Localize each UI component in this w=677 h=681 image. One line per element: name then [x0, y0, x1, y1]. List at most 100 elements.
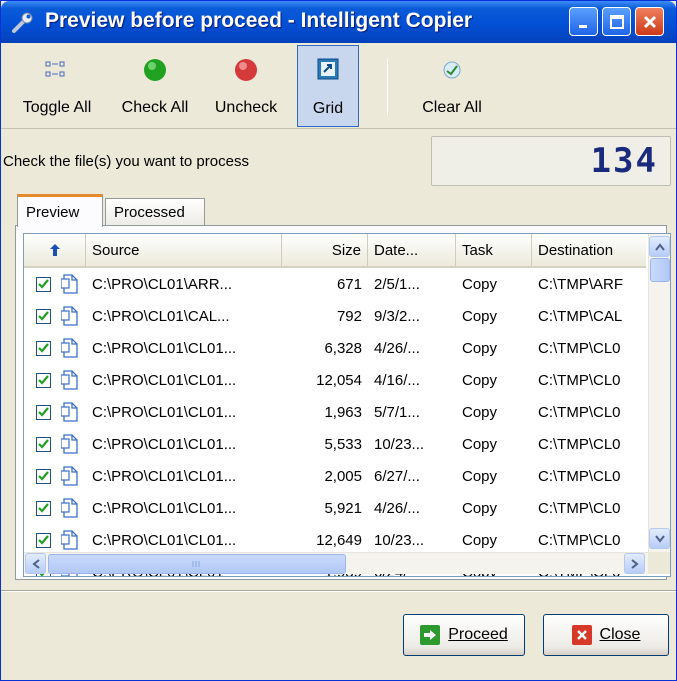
cell-source: C:\PRO\CL01\CL01...	[92, 467, 237, 485]
row-checkbox[interactable]	[36, 340, 51, 356]
table-row[interactable]: C:\PRO\CL01\CAL... 792 9/3/2... Copy C:\TMP\…	[24, 300, 646, 332]
cell-source: C:\PRO\CL01\CAL...	[92, 307, 230, 325]
cell-size: 12,054	[316, 371, 362, 389]
toolbar-separator	[387, 59, 388, 115]
file-icon	[61, 498, 78, 518]
cell-size: 1,963	[324, 403, 362, 421]
grip-icon	[192, 561, 200, 567]
checkmark-icon	[38, 279, 49, 289]
row-checkbox[interactable]	[36, 276, 51, 292]
wrench-app-icon	[12, 12, 33, 33]
proceed-button[interactable]: Proceed	[403, 614, 525, 656]
toggle-all-button[interactable]: Toggle All	[9, 53, 105, 123]
row-checkbox[interactable]	[36, 404, 51, 420]
table-row[interactable]: C:\PRO\CL01\CL01... 1,963 5/7/1... Copy C:\T…	[24, 396, 646, 428]
checkmark-icon	[38, 375, 49, 385]
cell-date: 10/23...	[374, 435, 425, 453]
row-select-cell	[36, 364, 86, 396]
cell-source: C:\PRO\CL01\CL01...	[92, 499, 237, 517]
chevron-down-icon	[654, 534, 665, 543]
red-circle-icon	[235, 59, 257, 81]
title-bar[interactable]: Preview before proceed - Intelligent Cop…	[1, 1, 676, 43]
cell-dest: C:\TMP\CAL	[538, 307, 623, 325]
vertical-scroll-thumb[interactable]	[650, 258, 670, 282]
horizontal-scrollbar[interactable]	[24, 552, 648, 574]
clear-all-label: Clear All	[422, 99, 482, 116]
cell-task: Copy	[462, 403, 498, 421]
row-checkbox[interactable]	[36, 532, 51, 548]
minimize-button[interactable]	[569, 7, 598, 36]
file-grid[interactable]: Source Size Date... Task Destination C:\…	[23, 233, 671, 577]
file-icon	[61, 530, 78, 550]
cell-task: Copy	[462, 339, 498, 357]
toolbar: Toggle All Check All Uncheck Grid Clear	[1, 43, 676, 129]
column-header-date[interactable]: Date...	[368, 234, 456, 266]
instruction-text: Check the file(s) you want to process	[3, 153, 249, 170]
cell-source: C:\PRO\CL01\CL01...	[92, 371, 237, 389]
scroll-left-button[interactable]	[25, 553, 46, 574]
chevron-right-icon	[630, 558, 639, 569]
proceed-label: Proceed	[448, 626, 508, 643]
cell-task: Copy	[462, 499, 498, 517]
checkmark-icon	[38, 311, 49, 321]
table-row[interactable]: C:\PRO\CL01\CL01... 12,054 4/16/... Copy C:\…	[24, 364, 646, 396]
check-all-button[interactable]: Check All	[113, 53, 197, 123]
table-row[interactable]: C:\PRO\CL01\CL01... 5,533 10/23... Copy C:\T…	[24, 428, 646, 460]
close-icon	[643, 15, 656, 28]
close-window-button[interactable]	[635, 7, 664, 36]
cell-size: 6,328	[324, 339, 362, 357]
table-row[interactable]: C:\PRO\CL01\CL01... 5,921 4/26/... Copy C:\T…	[24, 492, 646, 524]
row-checkbox[interactable]	[36, 436, 51, 452]
checkmark-icon	[38, 407, 49, 417]
close-button[interactable]: Close	[543, 614, 669, 656]
chevron-left-icon	[31, 558, 40, 569]
column-header-size[interactable]: Size	[282, 234, 368, 266]
scroll-right-button[interactable]	[624, 553, 645, 574]
column-header-source[interactable]: Source	[86, 234, 282, 266]
cell-date: 2/5/1...	[374, 275, 420, 293]
cell-task: Copy	[462, 371, 498, 389]
file-icon	[61, 434, 78, 454]
checkmark-icon	[38, 471, 49, 481]
horizontal-scroll-thumb[interactable]	[48, 554, 346, 574]
cell-source: C:\PRO\CL01\ARR...	[92, 275, 233, 293]
cell-dest: C:\TMP\CL0	[538, 339, 621, 357]
sort-column-header[interactable]	[24, 234, 86, 266]
row-select-cell	[36, 428, 86, 460]
column-header-destination[interactable]: Destination	[532, 234, 646, 266]
clear-all-button[interactable]: Clear All	[411, 53, 493, 123]
row-select-cell	[36, 396, 86, 428]
column-header-task[interactable]: Task	[456, 234, 532, 266]
cell-source: C:\PRO\CL01\CL01...	[92, 435, 237, 453]
row-checkbox[interactable]	[36, 468, 51, 484]
cell-date: 5/7/1...	[374, 403, 420, 421]
table-row[interactable]: C:\PRO\CL01\CL01... 6,328 4/26/... Copy C:\T…	[24, 332, 646, 364]
cell-dest: C:\TMP\CL0	[538, 499, 621, 517]
cell-size: 671	[336, 275, 362, 293]
row-select-cell	[36, 268, 86, 300]
tab-preview[interactable]: Preview	[17, 194, 103, 227]
file-icon	[61, 370, 78, 390]
table-row[interactable]: C:\PRO\CL01\ARR... 671 2/5/1... Copy C:\TMP\…	[24, 268, 646, 300]
scroll-down-button[interactable]	[649, 528, 670, 549]
scroll-up-button[interactable]	[649, 236, 670, 257]
check-all-label: Check All	[121, 99, 189, 116]
row-checkbox[interactable]	[36, 308, 51, 324]
cell-dest: C:\TMP\CL0	[538, 371, 621, 389]
cell-date: 9/3/2...	[374, 307, 420, 325]
maximize-button[interactable]	[602, 7, 631, 36]
close-x-icon	[571, 625, 592, 645]
vertical-scrollbar[interactable]	[648, 234, 670, 552]
row-checkbox[interactable]	[36, 500, 51, 516]
toggle-icon	[45, 61, 65, 77]
checkmark-icon	[38, 439, 49, 449]
cell-task: Copy	[462, 467, 498, 485]
grid-toggle-button[interactable]: Grid	[297, 45, 359, 127]
row-checkbox[interactable]	[36, 372, 51, 388]
table-row[interactable]: C:\PRO\CL01\CL01... 2,005 6/27/... Copy C:\T…	[24, 460, 646, 492]
toggle-all-label: Toggle All	[22, 99, 92, 116]
uncheck-button[interactable]: Uncheck	[205, 53, 287, 123]
file-icon	[61, 274, 78, 294]
tab-processed[interactable]: Processed	[105, 198, 205, 226]
cell-date: 4/26/...	[374, 499, 420, 517]
